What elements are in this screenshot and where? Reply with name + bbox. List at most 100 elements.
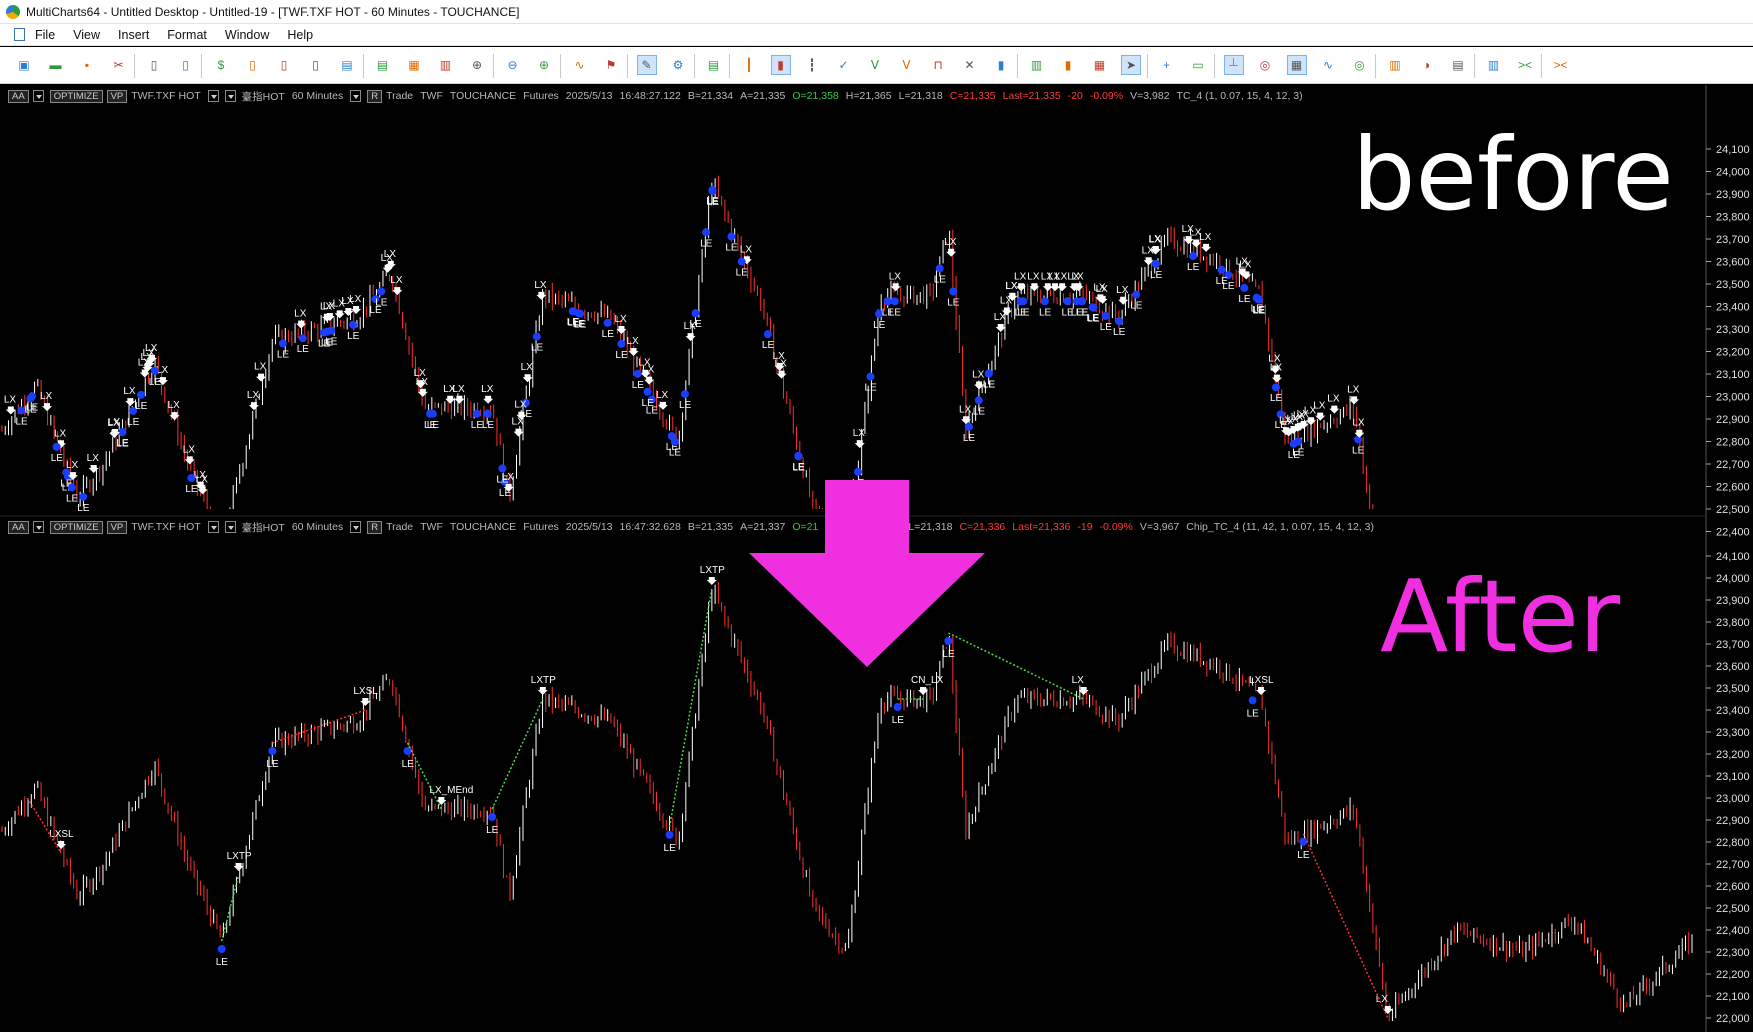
cross-icon[interactable]: ✕	[960, 55, 980, 75]
exit-arrow-icon	[88, 464, 99, 473]
menu-view[interactable]: View	[73, 28, 100, 42]
gear-icon[interactable]: ⚙	[668, 55, 688, 75]
exit-arrow-icon	[360, 698, 371, 706]
menu-window[interactable]: Window	[225, 28, 269, 42]
renko-icon[interactable]: ⊓	[928, 55, 948, 75]
zoom-icon-glyph: ◎	[1259, 58, 1271, 72]
save-icon[interactable]: ▪	[77, 55, 97, 75]
menu-file[interactable]: File	[35, 28, 55, 42]
document-icon[interactable]: ▯	[306, 55, 326, 75]
trend-icon[interactable]: ◑	[1417, 55, 1437, 75]
chart-area[interactable]: AA OPTIMIZE VP TWF.TXF HOT 臺指HOT 60 Minu…	[0, 85, 1753, 1032]
link-icon[interactable]: ◎	[1350, 55, 1370, 75]
new-window-icon[interactable]: ▬	[46, 55, 66, 75]
entry-dot	[883, 297, 892, 306]
entry-dot	[1072, 297, 1081, 306]
cut-icon[interactable]: ✂	[109, 55, 129, 75]
profile-icon[interactable]: ▦	[1090, 55, 1110, 75]
hline-icon[interactable]: ┴	[1223, 55, 1244, 75]
toolbar-separator	[559, 54, 561, 78]
quote-icon[interactable]: ▥	[436, 55, 456, 75]
drawing-icon[interactable]: ✎	[636, 55, 657, 75]
study-icon[interactable]: ∿	[570, 55, 590, 75]
entry-dot	[708, 186, 717, 195]
signal-remove-icon[interactable]: ⊖	[503, 55, 523, 75]
document-icon[interactable]: ▯	[243, 55, 263, 75]
currency-icon[interactable]: $	[211, 55, 231, 75]
bar-hlc-icon[interactable]: ┇	[802, 55, 822, 75]
link-icon-glyph: ◎	[1354, 58, 1365, 72]
entry-dot	[532, 332, 541, 341]
document-icon[interactable]: ▯	[144, 55, 164, 75]
signal-label: LE	[642, 398, 655, 409]
menu-insert[interactable]: Insert	[118, 28, 149, 42]
axis-label: 22,600	[1716, 881, 1750, 893]
candle-icon[interactable]: ▮	[770, 55, 791, 75]
document-icon[interactable]: ▯	[274, 55, 294, 75]
chart-insert-icon[interactable]: ▤	[373, 55, 393, 75]
document-icon-glyph: ▯	[312, 58, 319, 72]
after-label: After	[1380, 558, 1621, 675]
volume-icon[interactable]: ▮	[1058, 55, 1078, 75]
signal-label: LE	[1150, 270, 1163, 281]
top-pane[interactable]: LXLELXLELELXLELELELXLELXLX LELELXLXLXLXLX…	[1, 175, 1374, 514]
multicharts-logo-icon	[6, 4, 20, 19]
indicator-add-icon[interactable]: ⊕	[534, 55, 554, 75]
candle-hollow-icon[interactable]: ▮	[991, 55, 1011, 75]
pointer-icon[interactable]: ➤	[1121, 55, 1141, 75]
menu-format[interactable]: Format	[167, 28, 207, 42]
new-workspace-icon[interactable]: ▣	[14, 55, 34, 75]
pointfigure-icon[interactable]: ᐯ	[865, 55, 885, 75]
shrink-icon[interactable]: ><	[1551, 55, 1571, 75]
entry-dot	[1240, 283, 1249, 292]
chart-icon[interactable]: ▥	[1484, 55, 1504, 75]
axis-label: 22,100	[1716, 991, 1750, 1003]
signal-label: LX	[54, 428, 67, 439]
dom-icon[interactable]: ▤	[704, 55, 724, 75]
chart-insert-icon[interactable]: ▤	[337, 55, 357, 75]
axis-label: 22,700	[1716, 859, 1750, 871]
alert-icon[interactable]: ⚑	[601, 55, 621, 75]
save-icon-glyph: ▪	[84, 58, 90, 72]
chart-add-icon[interactable]: ▦	[404, 55, 424, 75]
signal-add-icon[interactable]: ⊕	[467, 55, 487, 75]
exit-arrow-icon	[995, 324, 1006, 333]
vertical-icon[interactable]: ▥	[1385, 55, 1405, 75]
histogram-icon[interactable]: ▥	[1027, 55, 1047, 75]
signal-label: LX	[87, 453, 100, 464]
comment-icon[interactable]: ▭	[1188, 55, 1208, 75]
trade-line	[491, 698, 544, 810]
signal-label: LE	[632, 380, 645, 391]
trade-line	[668, 588, 713, 828]
fit-icon[interactable]: ><	[1515, 55, 1535, 75]
signal-label: LX	[481, 384, 494, 395]
exit-arrow-icon	[946, 248, 957, 257]
signal-label: LX	[853, 428, 866, 439]
top-price-axis[interactable]: 24,100 24,000 23,900 23,800 23,700 23,600 23,5…	[1706, 144, 1750, 539]
entry-dot	[150, 366, 159, 375]
zoom-icon[interactable]: ◎	[1255, 55, 1275, 75]
axis-label: 22,700	[1716, 459, 1750, 471]
compare-icon[interactable]: ∿	[1318, 55, 1338, 75]
document-icon[interactable]	[14, 28, 25, 41]
gear-icon-glyph: ⚙	[672, 58, 684, 72]
axis-label: 23,900	[1716, 189, 1750, 201]
toolbar-separator	[1016, 54, 1018, 78]
crosshair-icon[interactable]: +	[1157, 55, 1177, 75]
kagi-icon[interactable]: ᐯ	[897, 55, 917, 75]
axis-label: 24,000	[1716, 573, 1750, 585]
line-icon[interactable]: ✓	[834, 55, 854, 75]
drawing-icon-glyph: ✎	[641, 58, 652, 72]
menu-help[interactable]: Help	[287, 28, 313, 42]
quote-icon-glyph: ▥	[439, 58, 452, 72]
before-label: before	[1352, 116, 1674, 233]
document-icon[interactable]: ▯	[176, 55, 196, 75]
export-icon[interactable]: ▤	[1448, 55, 1468, 75]
bottom-price-axis[interactable]: 24,100 24,000 23,900 23,800 23,700 23,600 23,5…	[1706, 551, 1750, 1025]
entry-dot	[1254, 295, 1263, 304]
bar-ohlc-icon[interactable]: ┃	[739, 55, 759, 75]
entry-dot	[278, 339, 287, 348]
exit-arrow-icon	[248, 402, 259, 411]
signal-label: LE	[947, 297, 960, 308]
table-icon[interactable]: ▦	[1286, 55, 1307, 75]
